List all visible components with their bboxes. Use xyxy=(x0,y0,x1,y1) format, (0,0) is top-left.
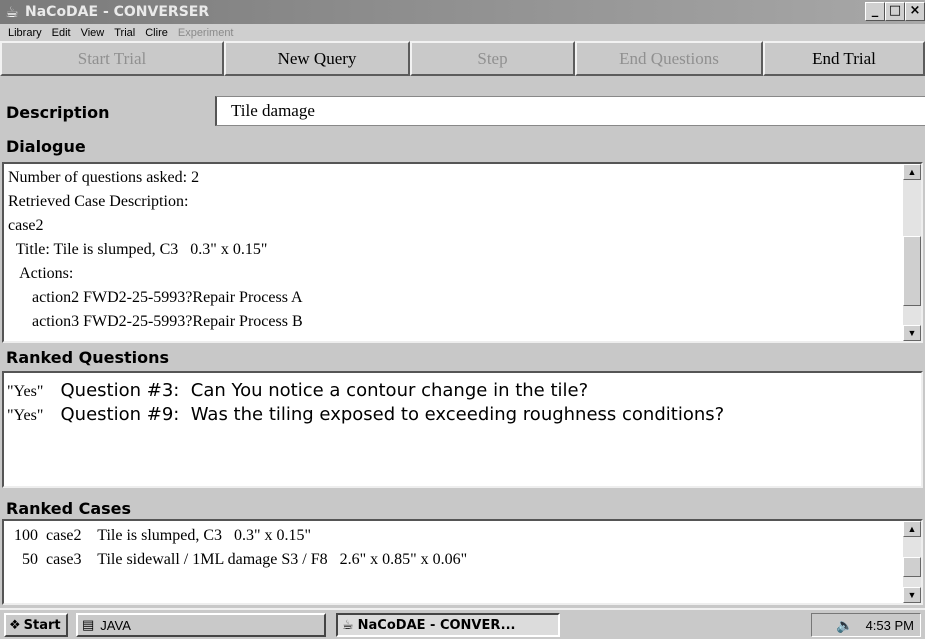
speaker-icon[interactable]: 🔈 xyxy=(836,617,853,634)
ranked-cases-label: Ranked Cases xyxy=(6,499,132,518)
windows-logo-icon: ❖ xyxy=(9,617,21,633)
question-text: Question #9: Was the tiling exposed to e… xyxy=(43,404,725,425)
toolbar: Start Trial New Query Step End Questions… xyxy=(0,41,925,76)
scroll-up-arrow-icon[interactable]: ▲ xyxy=(903,164,921,180)
dialogue-line: Actions: xyxy=(8,265,74,282)
dialogue-line: case2 xyxy=(8,217,44,234)
scroll-thumb[interactable] xyxy=(903,557,921,577)
ranked-cases-panel[interactable]: 100 case2 Tile is slumped, C3 0.3" x 0.1… xyxy=(2,519,923,605)
menu-clire[interactable]: Clire xyxy=(145,27,168,39)
question-text: Question #3: Can You notice a contour ch… xyxy=(43,380,589,401)
minimize-button[interactable]: _ xyxy=(865,2,885,21)
end-questions-button: End Questions xyxy=(575,41,763,76)
taskbar-item-label: JAVA xyxy=(100,617,131,633)
menu-edit[interactable]: Edit xyxy=(52,27,71,39)
title-bar: ☕ NaCoDAE - CONVERSER _ □ × xyxy=(0,0,925,24)
ranked-case-item[interactable]: 100 case2 Tile is slumped, C3 0.3" x 0.1… xyxy=(4,524,903,548)
dialogue-panel[interactable]: Number of questions asked: 2 Retrieved C… xyxy=(2,162,923,343)
clock[interactable]: 4:53 PM xyxy=(866,618,914,633)
description-label: Description xyxy=(6,103,110,122)
ranked-case-item[interactable]: 50 case3 Tile sidewall / 1ML damage S3 /… xyxy=(4,548,903,572)
window-icon: ▤ xyxy=(82,617,95,632)
scroll-down-arrow-icon[interactable]: ▼ xyxy=(903,325,921,341)
dialogue-label: Dialogue xyxy=(6,137,86,156)
dialogue-line: Title: Tile is slumped, C3 0.3" x 0.15" xyxy=(8,241,268,258)
ranked-questions-panel[interactable]: "Yes" Question #3: Can You notice a cont… xyxy=(2,371,923,488)
question-answer: "Yes" xyxy=(7,407,44,424)
scroll-up-arrow-icon[interactable]: ▲ xyxy=(903,521,921,537)
step-button: Step xyxy=(410,41,575,76)
menu-library[interactable]: Library xyxy=(8,27,42,39)
start-trial-button: Start Trial xyxy=(0,41,224,76)
scroll-thumb[interactable] xyxy=(903,236,921,306)
description-field[interactable]: Tile damage xyxy=(215,96,925,126)
ranked-question-item[interactable]: "Yes" Question #3: Can You notice a cont… xyxy=(4,379,921,403)
dialogue-line: Retrieved Case Description: xyxy=(8,193,189,210)
ranked-cases-scrollbar[interactable]: ▲ ▼ xyxy=(903,521,921,603)
taskbar-item-nacodae[interactable]: ☕ NaCoDAE - CONVER... xyxy=(336,613,560,637)
ranked-question-item[interactable]: "Yes" Question #9: Was the tiling expose… xyxy=(4,403,921,427)
ranked-questions-label: Ranked Questions xyxy=(6,348,169,367)
menu-bar: Library Edit View Trial Clire Experiment xyxy=(0,24,925,41)
start-button[interactable]: ❖ Start xyxy=(4,613,68,637)
coffee-cup-icon: ☕ xyxy=(5,3,19,21)
dialogue-scrollbar[interactable]: ▲ ▼ xyxy=(903,164,921,341)
dialogue-line: Number of questions asked: 2 xyxy=(8,169,200,186)
menu-trial[interactable]: Trial xyxy=(114,27,135,39)
taskbar: ❖ Start ▤ JAVA ☕ NaCoDAE - CONVER... 🔈 4… xyxy=(0,608,925,639)
ranked-cases-content: 100 case2 Tile is slumped, C3 0.3" x 0.1… xyxy=(4,521,903,603)
taskbar-item-label: NaCoDAE - CONVER... xyxy=(357,617,516,633)
maximize-button[interactable]: □ xyxy=(885,2,905,21)
menu-view[interactable]: View xyxy=(81,27,105,39)
start-label: Start xyxy=(23,617,61,633)
dialogue-content: Number of questions asked: 2 Retrieved C… xyxy=(4,164,903,341)
question-answer: "Yes" xyxy=(7,383,44,400)
description-row: Description Tile damage xyxy=(0,96,925,126)
ranked-questions-content: "Yes" Question #3: Can You notice a cont… xyxy=(4,373,921,486)
taskbar-item-java[interactable]: ▤ JAVA xyxy=(76,613,326,637)
dialogue-line: action2 FWD2-25-5993?Repair Process A xyxy=(8,289,303,306)
menu-experiment: Experiment xyxy=(177,26,234,39)
window-title: NaCoDAE - CONVERSER xyxy=(25,4,210,20)
new-query-button[interactable]: New Query xyxy=(224,41,410,76)
close-button[interactable]: × xyxy=(905,2,925,21)
dialogue-line: action3 FWD2-25-5993?Repair Process B xyxy=(8,313,303,330)
system-tray: 🔈 4:53 PM xyxy=(811,613,921,637)
window-controls: _ □ × xyxy=(865,2,925,21)
end-trial-button[interactable]: End Trial xyxy=(763,41,925,76)
coffee-cup-icon: ☕ xyxy=(342,617,354,633)
scroll-down-arrow-icon[interactable]: ▼ xyxy=(903,587,921,603)
